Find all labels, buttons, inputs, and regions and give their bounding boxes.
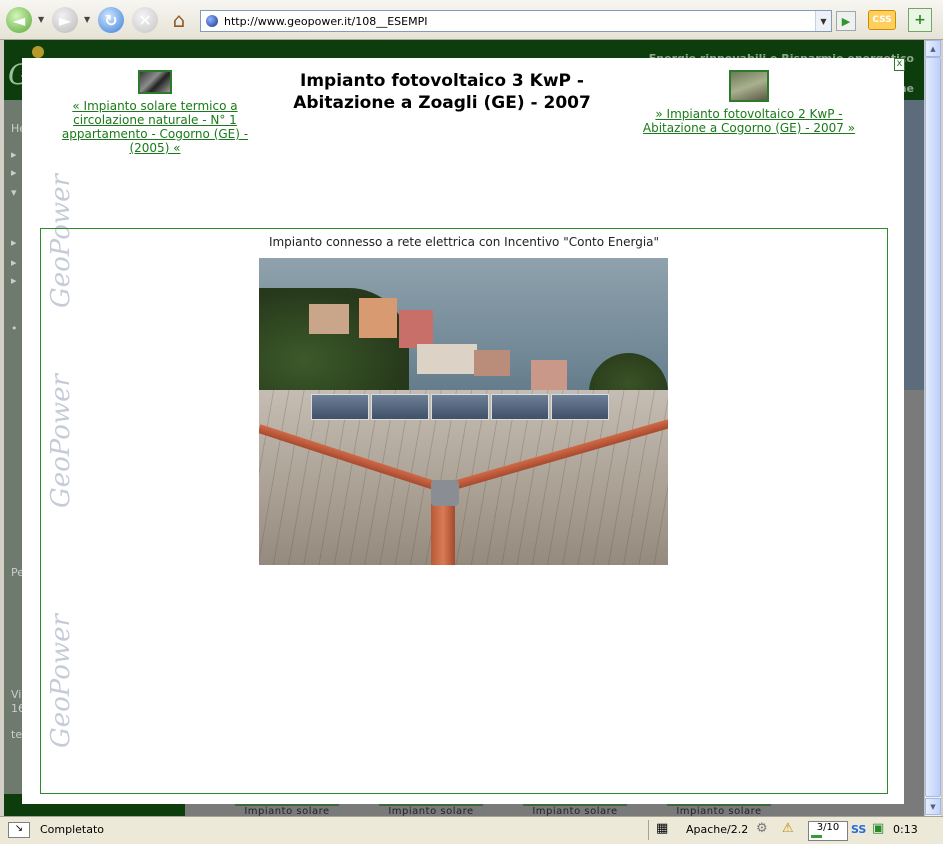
previous-example-thumbnail[interactable] bbox=[138, 70, 172, 94]
next-example-thumbnail[interactable] bbox=[729, 70, 769, 102]
browser-toolbar: ◄ ▼ ► ▼ ↻ ✕ ⌂ http://www.geopower.it/108… bbox=[0, 0, 943, 40]
bottom-tab[interactable]: Impianto solare bbox=[523, 804, 627, 816]
photo-frame: Impianto connesso a rete elettrica con I… bbox=[40, 228, 888, 794]
menu-fragment[interactable]: • bbox=[11, 322, 18, 335]
vertical-scrollbar[interactable]: ▲ ▼ bbox=[924, 40, 941, 816]
solar-panel bbox=[311, 394, 369, 420]
progress-bar-fill bbox=[811, 835, 822, 838]
status-page-icon: ↘ bbox=[8, 822, 30, 838]
gear-icon[interactable]: ⚙ bbox=[756, 821, 768, 836]
menu-fragment[interactable]: ▸ bbox=[11, 166, 17, 179]
server-label: Apache/2.2 bbox=[686, 823, 749, 836]
modal-title: Impianto fotovoltaico 3 KwP - Abitazione… bbox=[293, 71, 591, 113]
status-bar: ↘ Completato ▦ Apache/2.2 ⚙ ⚠ 3/10 SS ▣ … bbox=[0, 816, 943, 844]
add-glyph: + bbox=[914, 12, 926, 28]
address-input[interactable]: http://www.geopower.it/108__ESEMPI bbox=[224, 15, 815, 28]
forward-history-dropdown-icon[interactable]: ▼ bbox=[84, 15, 90, 24]
menu-fragment: Vi bbox=[11, 688, 22, 701]
photo-building bbox=[309, 304, 349, 334]
stop-glyph: ✕ bbox=[138, 10, 152, 30]
site-left-menu: He ▸ ▸ ▾ ▸ ▸ ▸ • Pe Vi 16 te bbox=[4, 100, 26, 816]
photo-building bbox=[359, 298, 397, 338]
menu-fragment[interactable]: ▸ bbox=[11, 148, 17, 161]
menu-fragment[interactable]: ▸ bbox=[11, 236, 17, 249]
css-extension-button[interactable]: CSS bbox=[868, 10, 896, 30]
load-progress: 3/10 bbox=[808, 821, 848, 841]
go-arrow-icon[interactable]: ▶ bbox=[836, 11, 856, 31]
photo-building bbox=[399, 310, 433, 348]
solar-panel bbox=[371, 394, 429, 420]
status-text: Completato bbox=[40, 823, 105, 836]
status-separator bbox=[648, 820, 649, 840]
photo-building bbox=[417, 344, 477, 374]
globe-icon bbox=[206, 15, 218, 27]
previous-example-link[interactable]: « Impianto solare termico a circolazione… bbox=[50, 99, 260, 155]
lightbox-modal: x « Impianto solare termico a circolazio… bbox=[22, 58, 905, 804]
photo-caption: Impianto connesso a rete elettrica con I… bbox=[268, 235, 660, 249]
previous-example-nav: « Impianto solare termico a circolazione… bbox=[50, 70, 260, 155]
bottom-tab[interactable]: Impianto solare bbox=[379, 804, 483, 816]
address-bar[interactable]: http://www.geopower.it/108__ESEMPI ▼ bbox=[200, 10, 832, 32]
bottom-tab[interactable]: Impianto solare bbox=[667, 804, 771, 816]
scroll-thumb[interactable] bbox=[925, 57, 941, 797]
menu-fragment[interactable]: ▸ bbox=[11, 256, 17, 269]
close-button[interactable]: x bbox=[894, 58, 905, 71]
network-icon: ▦ bbox=[656, 821, 669, 836]
sync-icon[interactable]: ▣ bbox=[872, 821, 884, 836]
css-badge-label: CSS bbox=[872, 15, 892, 25]
home-icon[interactable]: ⌂ bbox=[165, 7, 193, 33]
next-example-link[interactable]: » Impianto fotovoltaico 2 KwP - Abitazio… bbox=[634, 107, 864, 135]
next-example-nav: » Impianto fotovoltaico 2 KwP - Abitazio… bbox=[634, 70, 864, 135]
bottom-tab[interactable]: Impianto solare bbox=[235, 804, 339, 816]
forward-glyph: ► bbox=[58, 10, 72, 30]
photo-building bbox=[474, 350, 510, 376]
address-dropdown-icon[interactable]: ▼ bbox=[815, 11, 831, 31]
site-dot-icon bbox=[32, 46, 44, 58]
solar-panel bbox=[551, 394, 609, 420]
forward-arrow-icon[interactable]: ► bbox=[52, 7, 78, 33]
add-extension-icon[interactable]: + bbox=[908, 8, 932, 32]
progress-label: 3/10 bbox=[816, 822, 840, 833]
back-history-dropdown-icon[interactable]: ▼ bbox=[38, 15, 44, 24]
ss-label: SS bbox=[851, 823, 867, 836]
go-glyph: ▶ bbox=[841, 14, 851, 28]
back-glyph: ◄ bbox=[12, 10, 26, 30]
solar-roof-photo bbox=[259, 258, 668, 565]
reload-icon[interactable]: ↻ bbox=[98, 7, 124, 33]
scroll-down-icon[interactable]: ▼ bbox=[925, 798, 941, 815]
clock-label: 0:13 bbox=[893, 823, 918, 836]
menu-fragment: te bbox=[11, 728, 23, 741]
scroll-up-icon[interactable]: ▲ bbox=[925, 40, 941, 57]
back-arrow-icon[interactable]: ◄ bbox=[6, 7, 32, 33]
roof-ridge-joint bbox=[431, 480, 459, 506]
warning-icon[interactable]: ⚠ bbox=[782, 821, 794, 836]
site-right-image bbox=[904, 100, 924, 390]
solar-panel bbox=[491, 394, 549, 420]
menu-fragment[interactable]: ▸ bbox=[11, 274, 17, 287]
stop-icon[interactable]: ✕ bbox=[132, 7, 158, 33]
menu-fragment[interactable]: ▾ bbox=[11, 186, 17, 199]
home-glyph: ⌂ bbox=[172, 8, 186, 32]
solar-panel bbox=[431, 394, 489, 420]
reload-glyph: ↻ bbox=[104, 10, 118, 30]
photo-building bbox=[531, 360, 567, 390]
